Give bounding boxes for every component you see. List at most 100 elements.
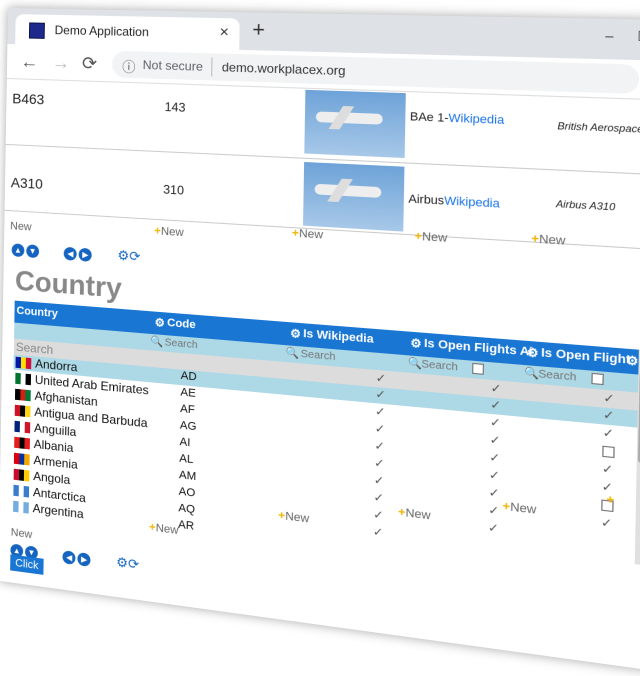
omnibox-divider	[211, 57, 213, 77]
check-icon[interactable]: ✓	[374, 473, 385, 488]
flag-icon	[14, 388, 31, 402]
flag-icon	[15, 372, 32, 386]
chevron-left-icon[interactable]: ◀	[62, 550, 76, 565]
chevron-right-icon[interactable]: ▶	[77, 552, 91, 567]
check-icon[interactable]: ✓	[602, 461, 614, 478]
check-icon[interactable]: ✓	[490, 415, 501, 430]
chevron-left-icon[interactable]: ◀	[63, 246, 78, 261]
country-code: AD	[180, 369, 197, 384]
check-icon[interactable]: ✓	[489, 468, 500, 483]
wikipedia-link[interactable]: Wikipedia	[448, 112, 504, 127]
aircraft-image	[304, 89, 406, 159]
country-code: AF	[180, 402, 195, 417]
check-icon[interactable]: ✓	[488, 503, 499, 518]
aircraft-code: A310	[10, 174, 43, 192]
airport-filter-input[interactable]: Search	[421, 359, 458, 374]
page-title: Country	[14, 264, 123, 304]
country-name: Angola	[33, 468, 71, 488]
tab-title: Demo Application	[54, 22, 149, 40]
reload-icon[interactable]: ⟳	[82, 53, 97, 75]
code-filter-input[interactable]: Search	[165, 337, 198, 351]
check-icon[interactable]: ✓	[488, 520, 499, 536]
new-button[interactable]: +New	[149, 521, 179, 537]
aircraft-name: British Aerospace 146	[557, 120, 640, 135]
gear-icon[interactable]: ⚙	[290, 326, 301, 342]
refresh-icon[interactable]: ⟳	[129, 248, 140, 265]
check-icon[interactable]: ✓	[373, 525, 384, 540]
check-icon[interactable]: ✓	[375, 404, 386, 419]
new-tab-icon[interactable]: +	[252, 19, 265, 43]
check-icon[interactable]: ✓	[373, 490, 384, 505]
security-status: Not secure	[142, 57, 204, 74]
flag-icon	[14, 420, 31, 434]
country-name: Andorra	[35, 356, 78, 375]
gear-icon[interactable]: ⚙	[626, 353, 639, 369]
page-content: B463 143 BAe 1-Wikipedia British Aerospa…	[0, 77, 640, 675]
airport-filter-checkbox[interactable]	[472, 362, 484, 375]
chevron-down-icon[interactable]: ▼	[26, 244, 40, 259]
check-icon[interactable]: ✓	[375, 387, 386, 402]
gear-icon[interactable]: ⚙	[116, 554, 128, 572]
aircraft-code: B463	[12, 90, 45, 108]
column-is-wikipedia[interactable]: Is Wikipedia	[303, 328, 415, 350]
plus-icon[interactable]: +	[606, 493, 614, 507]
close-icon[interactable]: ×	[219, 23, 229, 41]
pager-controls: ▲ ▼ ◀ ▶ ⚙⟳	[11, 240, 141, 265]
gear-icon[interactable]: ⚙	[117, 247, 129, 264]
flag-icon	[13, 468, 30, 482]
check-icon[interactable]: ✓	[373, 507, 384, 522]
wiki-cell: BAe 1-Wikipedia	[409, 110, 505, 128]
search-icon: 🔍	[407, 357, 422, 371]
country-name: Albania	[33, 436, 74, 456]
country-code: AL	[179, 452, 194, 467]
aircraft-name: Airbus A310	[555, 198, 616, 213]
check-icon[interactable]: ✓	[374, 456, 385, 471]
chevron-up-icon[interactable]: ▲	[11, 243, 25, 258]
new-input[interactable]: New	[10, 220, 32, 233]
new-button[interactable]: +New	[292, 227, 323, 242]
check-icon[interactable]: ✓	[601, 515, 613, 531]
new-button[interactable]: +New	[154, 225, 184, 239]
airline-filter-input[interactable]: Search	[538, 368, 576, 383]
country-code: AR	[177, 518, 195, 533]
column-is-open-flights-airport[interactable]: Is Open Flights Airpo	[424, 337, 532, 359]
aircraft-image	[302, 161, 405, 232]
airline-filter-checkbox[interactable]	[591, 372, 604, 386]
new-input[interactable]: New	[11, 526, 33, 541]
new-button[interactable]: +New	[531, 233, 565, 248]
check-icon[interactable]: ✓	[489, 450, 500, 465]
gear-icon[interactable]: ⚙	[527, 345, 539, 360]
flag-icon	[15, 356, 32, 370]
check-icon[interactable]: ✓	[374, 439, 385, 454]
gear-icon[interactable]: ⚙	[410, 336, 422, 351]
new-button[interactable]: +New	[414, 230, 447, 245]
check-icon[interactable]: ✓	[489, 485, 500, 500]
wiki-cell: AirbusWikipedia	[408, 192, 500, 211]
minimize-icon[interactable]: –	[605, 28, 614, 44]
chevron-right-icon[interactable]: ▶	[78, 247, 93, 262]
flag-icon	[13, 484, 30, 498]
search-icon: 🔍	[150, 335, 164, 349]
country-code: AE	[180, 386, 196, 401]
gear-icon[interactable]: ⚙	[155, 316, 165, 330]
country-code: AI	[179, 435, 191, 450]
info-icon: ⓘ	[122, 59, 136, 75]
browser-window: Demo Application × + – ☐ ✕ ← → ⟳ ⓘ Not s…	[0, 8, 640, 675]
forward-icon[interactable]: →	[52, 52, 70, 74]
column-is-open-flights-airline[interactable]: Is Open Flights Airlin	[541, 346, 629, 366]
favicon-icon	[28, 22, 45, 39]
wikipedia-link[interactable]: Wikipedia	[444, 195, 500, 211]
check-icon[interactable]: ✓	[603, 426, 615, 442]
back-icon[interactable]: ←	[21, 51, 39, 73]
click-button[interactable]: Click	[10, 554, 44, 575]
check-icon[interactable]: ✓	[489, 433, 500, 448]
search-icon: 🔍	[523, 367, 539, 381]
check-icon[interactable]: ✓	[490, 397, 501, 413]
aircraft-number: 143	[164, 99, 186, 115]
flag-icon	[14, 436, 30, 450]
refresh-icon[interactable]: ⟳	[128, 556, 139, 574]
unchecked-box[interactable]	[602, 445, 615, 459]
wiki-filter-input[interactable]: Search	[301, 349, 336, 364]
check-icon[interactable]: ✓	[375, 421, 386, 437]
check-icon[interactable]: ✓	[603, 408, 615, 424]
